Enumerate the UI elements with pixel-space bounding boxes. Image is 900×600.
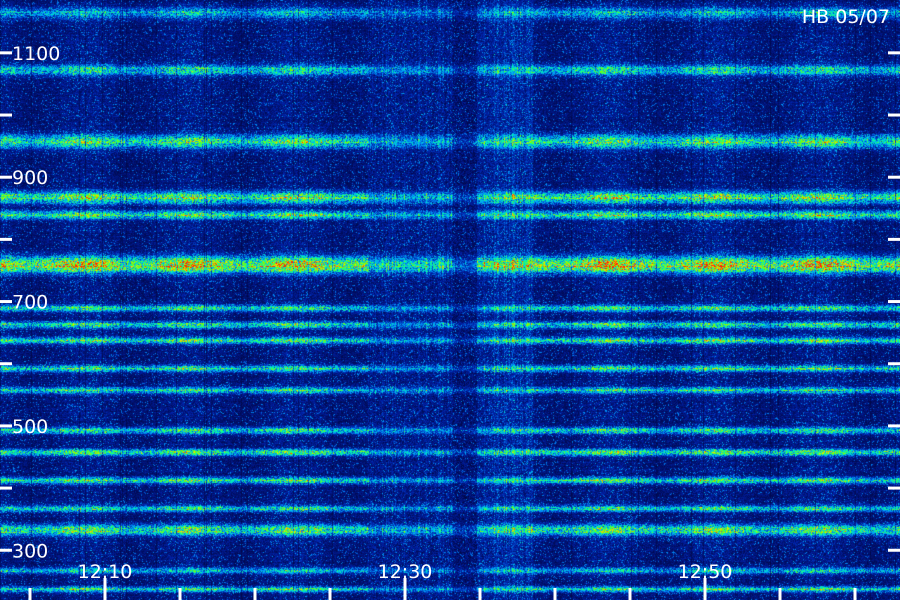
axis-overlay: HB 05/07 1100 900 700 500 300 12:10 12:30 12:5… [0,6,900,600]
y-tick-label: 700 [12,292,48,314]
y-tick-label: 900 [12,167,48,189]
chart-title: HB 05/07 [802,6,890,28]
spectrogram-chart: HB 05/07 1100 900 700 500 300 12:10 12:30 12:5… [0,0,900,600]
y-tick-label: 1100 [12,43,60,65]
y-tick-label: 300 [12,540,48,562]
x-axis-ticks: 12:10 12:30 12:50 [28,561,857,600]
y-tick-label: 500 [12,416,48,438]
y-axis-ticks: 1100 900 700 500 300 [0,43,900,562]
x-tick-label: 12:10 [78,561,133,583]
x-tick-label: 12:30 [378,561,433,583]
x-tick-label: 12:50 [678,561,733,583]
